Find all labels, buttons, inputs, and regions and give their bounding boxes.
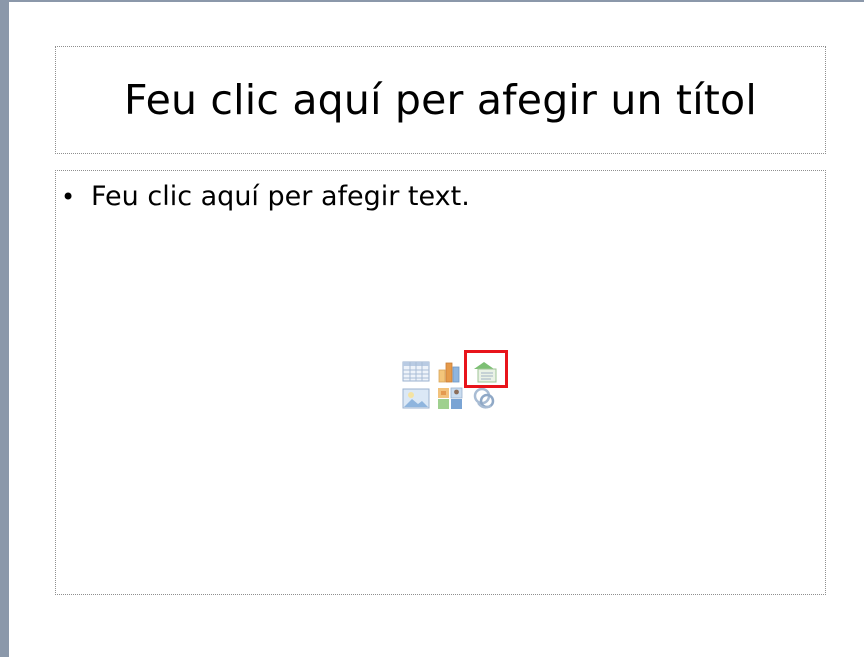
- body-text-line: • Feu clic aquí per afegir text.: [61, 181, 470, 212]
- insert-table-icon[interactable]: [401, 359, 431, 383]
- title-placeholder-text: Feu clic aquí per afegir un títol: [124, 76, 757, 124]
- content-placeholder[interactable]: • Feu clic aquí per afegir text.: [55, 170, 826, 595]
- title-placeholder[interactable]: Feu clic aquí per afegir un títol: [55, 46, 826, 154]
- smartart-highlight-box: [464, 350, 508, 388]
- insert-chart-icon[interactable]: [435, 359, 465, 383]
- insert-picture-icon[interactable]: [401, 386, 431, 410]
- slide-canvas: Feu clic aquí per afegir un títol • Feu …: [0, 0, 864, 657]
- insert-clip-art-icon[interactable]: [435, 386, 465, 410]
- content-placeholder-text: Feu clic aquí per afegir text.: [91, 181, 470, 212]
- bullet-glyph: •: [61, 183, 76, 211]
- insert-media-clip-icon[interactable]: [469, 386, 499, 410]
